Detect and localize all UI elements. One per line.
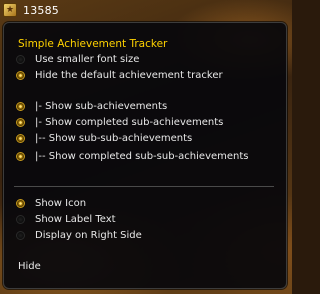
- broker-bar[interactable]: ★ 13585: [0, 0, 59, 20]
- menu-divider: [14, 186, 274, 187]
- option-show-icon[interactable]: Show Icon: [16, 195, 86, 211]
- radio-unchecked-icon: [16, 54, 25, 64]
- radio-unchecked-icon: [16, 214, 25, 224]
- options-dropdown-menu: Simple Achievement Tracker Use smaller f…: [3, 22, 287, 289]
- radio-checked-icon: [16, 151, 25, 161]
- achievement-shield-icon[interactable]: ★: [3, 3, 17, 17]
- option-smaller-font[interactable]: Use smaller font size: [16, 51, 139, 67]
- option-show-completed-sub-sub-achievements[interactable]: |-- Show completed sub-sub-achievements: [16, 148, 249, 164]
- option-label: Display on Right Side: [35, 229, 142, 241]
- option-show-label-text[interactable]: Show Label Text: [16, 211, 116, 227]
- option-hide-default-tracker[interactable]: Hide the default achievement tracker: [16, 67, 223, 83]
- option-label: |- Show completed sub-achievements: [35, 116, 224, 128]
- option-display-right-side[interactable]: Display on Right Side: [16, 227, 142, 243]
- option-label: Use smaller font size: [35, 53, 140, 65]
- radio-checked-icon: [16, 70, 25, 80]
- option-label: Hide the default achievement tracker: [35, 69, 223, 81]
- menu-title: Simple Achievement Tracker: [18, 38, 168, 50]
- radio-checked-icon: [16, 101, 25, 111]
- radio-checked-icon: [16, 117, 25, 127]
- option-label: |-- Show sub-sub-achievements: [35, 132, 193, 144]
- radio-checked-icon: [16, 133, 25, 143]
- option-label: |- Show sub-achievements: [35, 100, 168, 112]
- broker-value: 13585: [23, 3, 59, 17]
- radio-unchecked-icon: [16, 230, 25, 240]
- hide-menu-button[interactable]: Hide: [18, 258, 41, 274]
- option-show-completed-sub-achievements[interactable]: |- Show completed sub-achievements: [16, 114, 223, 130]
- option-label: Show Icon: [35, 197, 87, 209]
- option-show-sub-sub-achievements[interactable]: |-- Show sub-sub-achievements: [16, 130, 192, 146]
- radio-checked-icon: [16, 198, 25, 208]
- option-show-sub-achievements[interactable]: |- Show sub-achievements: [16, 98, 167, 114]
- option-label: Show Label Text: [35, 213, 116, 225]
- option-label: |-- Show completed sub-sub-achievements: [35, 150, 249, 162]
